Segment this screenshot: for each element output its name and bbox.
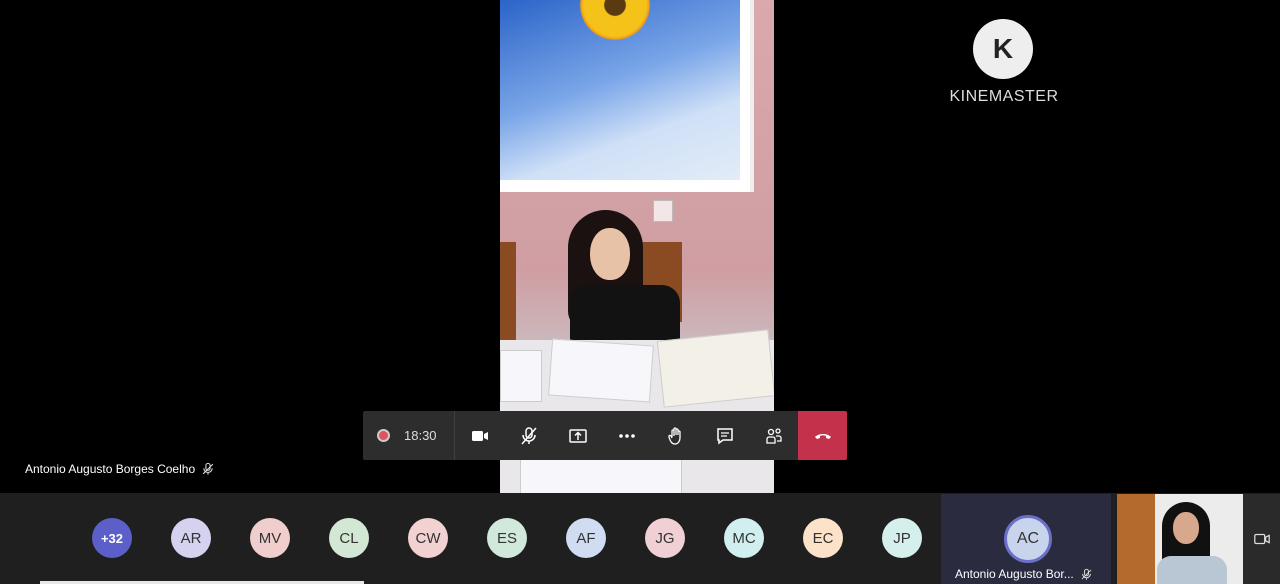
paper-sheet — [656, 329, 774, 408]
participant-avatar[interactable]: CW — [408, 518, 448, 558]
camera-icon — [471, 430, 488, 441]
paper-sheet — [520, 455, 682, 493]
more-participants-button[interactable]: +32 — [92, 518, 132, 558]
participant-avatar[interactable]: EC — [803, 518, 843, 558]
self-avatar: AC — [1004, 515, 1052, 563]
participant-avatar[interactable]: ES — [487, 518, 527, 558]
hang-up-icon — [814, 433, 831, 439]
participants-icon — [765, 427, 782, 444]
participant-avatar[interactable]: JG — [645, 518, 685, 558]
chat-button[interactable] — [700, 411, 749, 460]
light-switch — [653, 200, 673, 222]
participant-avatar[interactable]: CL — [329, 518, 369, 558]
participant-avatar[interactable]: MV — [250, 518, 290, 558]
participant-avatar[interactable]: JP — [882, 518, 922, 558]
chat-icon — [716, 427, 733, 444]
call-controls: 18:30 — [363, 411, 847, 460]
share-screen-icon — [568, 428, 587, 443]
record-dot-icon — [377, 429, 390, 442]
paper-sheet — [548, 338, 654, 403]
person-face — [590, 228, 630, 280]
paper-sheet — [500, 350, 542, 402]
recording-indicator: 18:30 — [363, 411, 455, 460]
hang-up-button[interactable] — [798, 411, 847, 460]
main-stage: K KINEMASTER Antonio Augusto Borges Coel… — [0, 0, 1280, 493]
mic-off-icon — [520, 426, 537, 444]
participant-avatar[interactable]: AF — [566, 518, 606, 558]
raise-hand-button[interactable] — [651, 411, 700, 460]
speaker-label: Antonio Augusto Borges Coelho — [25, 462, 215, 476]
mic-button[interactable] — [504, 411, 553, 460]
camera-toggle-icon — [1253, 533, 1270, 545]
watermark-brand: KINEMASTER — [949, 88, 1059, 105]
mic-off-icon — [1081, 568, 1092, 580]
chair-back-left — [500, 242, 516, 352]
wall-painting — [500, 0, 754, 192]
participants-button[interactable] — [749, 411, 798, 460]
self-camera-preview[interactable] — [1117, 494, 1243, 584]
raise-hand-icon — [667, 426, 681, 445]
more-icon — [618, 433, 635, 438]
camera-button[interactable] — [455, 411, 504, 460]
kinemaster-logo-icon: K — [973, 19, 1033, 79]
speaker-name: Antonio Augusto Borges Coelho — [25, 462, 196, 476]
more-button[interactable] — [602, 411, 651, 460]
participant-avatar[interactable]: AR — [171, 518, 211, 558]
mic-off-icon — [202, 462, 214, 475]
share-screen-button[interactable] — [553, 411, 602, 460]
toggle-preview-button[interactable] — [1243, 494, 1280, 584]
participant-avatar[interactable]: MC — [724, 518, 764, 558]
person-body — [1157, 556, 1227, 584]
self-name: Antonio Augusto Bor... — [955, 567, 1074, 581]
person-face — [1173, 512, 1199, 544]
self-name-label: Antonio Augusto Bor... — [955, 567, 1093, 581]
call-duration: 18:30 — [404, 428, 437, 443]
